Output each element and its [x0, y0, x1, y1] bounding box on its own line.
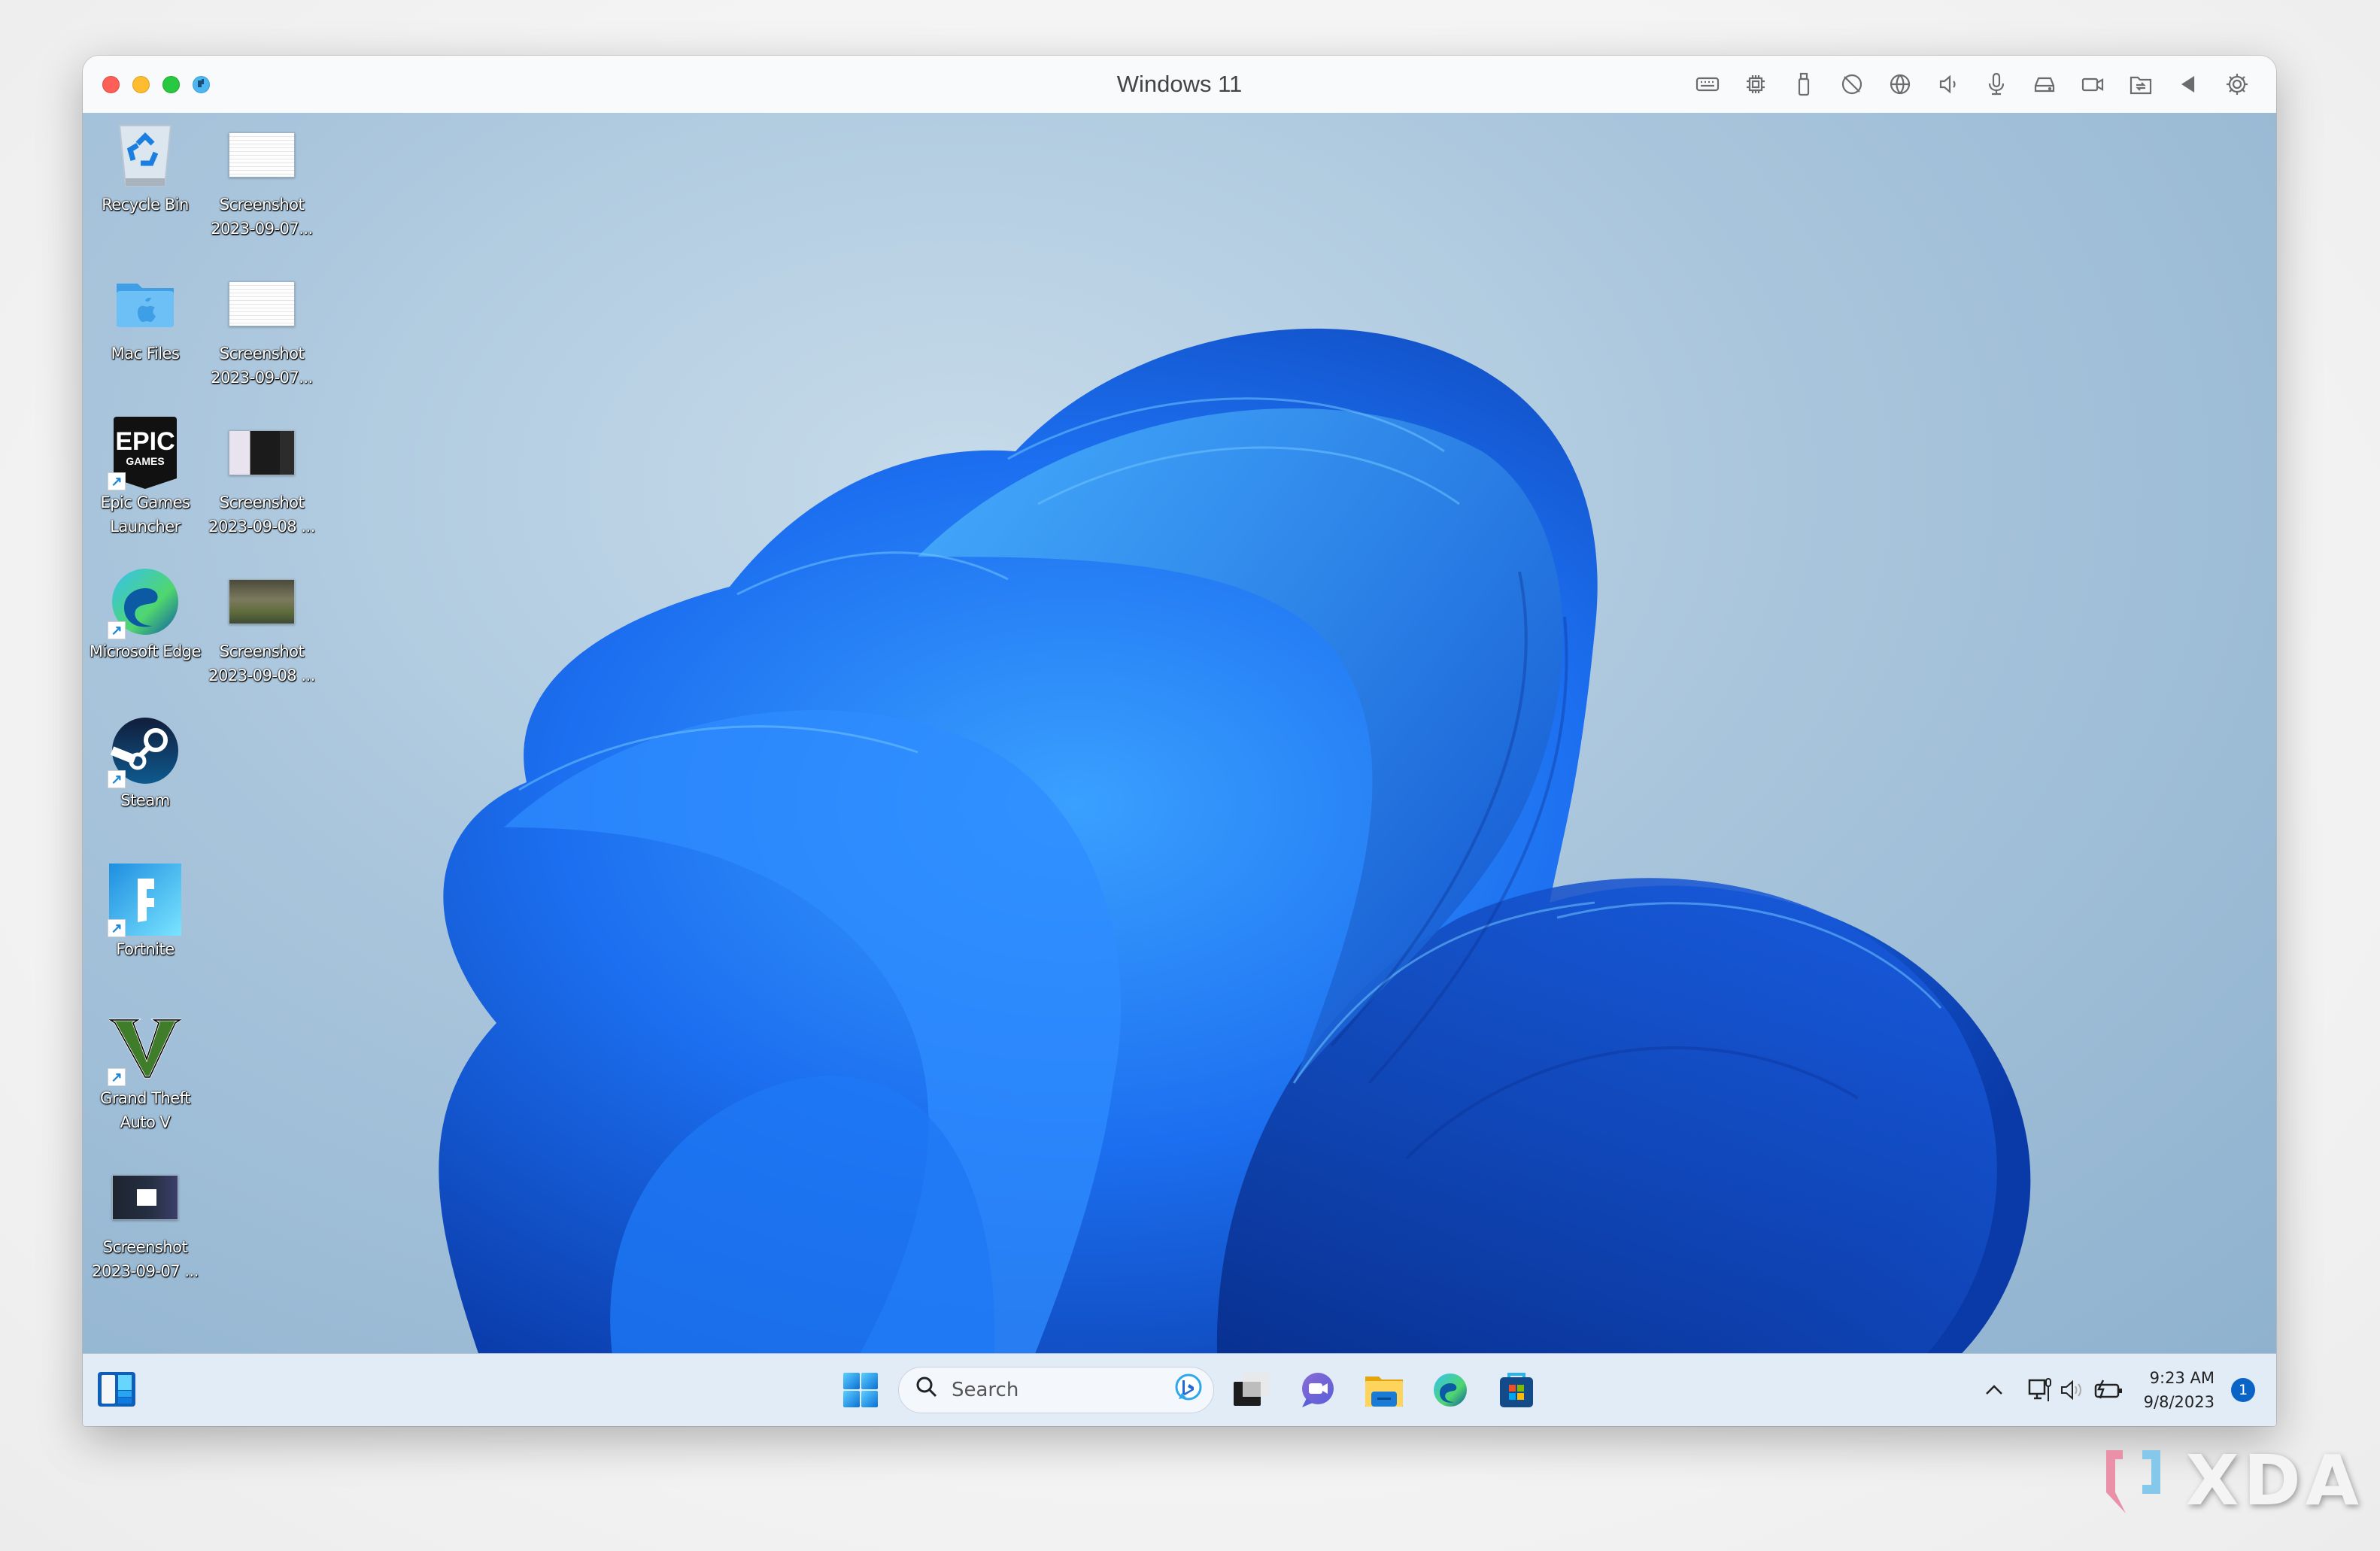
- search-placeholder: Search: [952, 1379, 1019, 1401]
- taskbar-app-teams-chat[interactable]: [1285, 1363, 1351, 1417]
- shortcut-arrow-icon: ↗: [108, 770, 126, 788]
- gear-icon[interactable]: [2213, 69, 2261, 99]
- store-icon: [1500, 1373, 1533, 1407]
- fortnite-icon: ↗: [108, 862, 183, 937]
- desktop-icon-recycle-bin[interactable]: Recycle Bin: [89, 117, 202, 217]
- network-icon[interactable]: [2022, 1377, 2058, 1403]
- edge-icon: ↗: [108, 564, 183, 639]
- taskbar-app-store[interactable]: [1483, 1363, 1550, 1417]
- microphone-icon[interactable]: [1972, 69, 2020, 99]
- taskbar-center: Search: [827, 1363, 1550, 1417]
- taskbar-app-edge[interactable]: [1417, 1363, 1483, 1417]
- chevron-up-icon[interactable]: [1975, 1384, 2013, 1396]
- taskbar-search[interactable]: Search: [898, 1367, 1214, 1413]
- desktop-icon-mac-files[interactable]: Mac Files: [89, 266, 202, 366]
- system-tray: 9:23 AM 9/8/2023 1: [1975, 1354, 2255, 1426]
- task-view-icon: [1234, 1373, 1270, 1406]
- gta-v-icon: ↗: [108, 1011, 183, 1086]
- xda-logo-icon: [2105, 1449, 2160, 1513]
- speaker-icon[interactable]: [1924, 69, 1972, 99]
- shortcut-arrow-icon: ↗: [108, 472, 126, 490]
- desktop[interactable]: Recycle Bin Mac Files EPIC GAMES ↗ Epic G…: [83, 113, 2276, 1354]
- shortcut-arrow-icon: ↗: [108, 1068, 126, 1086]
- bing-chat-icon[interactable]: [1174, 1373, 1203, 1407]
- vm-toolbar: [1683, 69, 2261, 99]
- desktop-icon-epic-games[interactable]: EPIC GAMES ↗ Epic Games Launcher: [89, 415, 202, 539]
- globe-icon[interactable]: [1876, 69, 1924, 99]
- svg-text:EPIC: EPIC: [115, 427, 175, 456]
- taskbar-app-task-view[interactable]: [1219, 1363, 1285, 1417]
- windows-start-icon: [843, 1373, 878, 1407]
- screenshot-thumbnail: [224, 564, 299, 639]
- camera-off-icon[interactable]: [1828, 69, 1876, 99]
- clock-date: 9/8/2023: [2143, 1393, 2215, 1411]
- edge-icon: [1434, 1373, 1467, 1407]
- shortcut-arrow-icon: ↗: [108, 919, 126, 937]
- drive-icon[interactable]: [2020, 69, 2069, 99]
- xda-watermark-text: XDA: [2185, 1440, 2363, 1521]
- desktop-icon-microsoft-edge[interactable]: ↗ Microsoft Edge: [89, 564, 202, 663]
- bloom-wallpaper: [439, 328, 2031, 1354]
- battery-charging-icon[interactable]: [2088, 1379, 2130, 1401]
- shortcut-arrow-icon: ↗: [108, 621, 126, 639]
- desktop-icon-gta-v[interactable]: ↗ Grand Theft Auto V: [89, 1011, 202, 1134]
- mac-folder-icon: [108, 266, 183, 341]
- video-camera-icon[interactable]: [2069, 69, 2117, 99]
- cpu-icon[interactable]: [1732, 69, 1780, 99]
- file-explorer-icon: [1365, 1376, 1403, 1407]
- desktop-icon-screenshot[interactable]: Screenshot 2023-09-07...: [205, 117, 318, 241]
- desktop-icon-steam[interactable]: ↗ Steam: [89, 713, 202, 812]
- svg-text:GAMES: GAMES: [126, 455, 164, 467]
- desktop-icon-fortnite[interactable]: ↗ Fortnite: [89, 862, 202, 961]
- desktop-icon-screenshot[interactable]: Screenshot 2023-09-08 ...: [205, 564, 318, 687]
- notification-badge[interactable]: 1: [2231, 1378, 2255, 1402]
- search-icon: [915, 1376, 938, 1404]
- screenshot-thumbnail: [224, 415, 299, 490]
- clock[interactable]: 9:23 AM 9/8/2023: [2144, 1366, 2215, 1414]
- usb-icon[interactable]: [1780, 69, 1828, 99]
- keyboard-icon[interactable]: [1683, 69, 1732, 99]
- epic-games-icon: EPIC GAMES ↗: [108, 415, 183, 490]
- desktop-icon-screenshot[interactable]: Screenshot 2023-09-07...: [205, 266, 318, 390]
- screenshot-thumbnail: [224, 266, 299, 341]
- screenshot-thumbnail: [224, 117, 299, 193]
- shared-folder-icon[interactable]: [2117, 69, 2165, 99]
- screenshot-thumbnail: [108, 1160, 183, 1235]
- desktop-icon-screenshot[interactable]: Screenshot 2023-09-07 ...: [89, 1160, 202, 1283]
- start-button[interactable]: [827, 1363, 894, 1417]
- title-bar[interactable]: Windows 11: [83, 56, 2276, 114]
- steam-icon: ↗: [108, 713, 183, 788]
- taskbar: Search 9:23 AM 9/8/2023 1: [83, 1353, 2276, 1426]
- taskbar-app-file-explorer[interactable]: [1351, 1363, 1417, 1417]
- back-arrow-icon[interactable]: [2165, 69, 2213, 99]
- recycle-bin-icon: [108, 117, 183, 193]
- xda-watermark: XDA: [2103, 1440, 2364, 1521]
- volume-icon[interactable]: [2058, 1379, 2088, 1401]
- teams-chat-icon: [1302, 1373, 1334, 1407]
- widgets-icon[interactable]: [98, 1372, 135, 1407]
- clock-time: 9:23 AM: [2149, 1369, 2215, 1387]
- desktop-icon-screenshot[interactable]: Screenshot 2023-09-08 ...: [205, 415, 318, 539]
- parallels-window: Windows 11 Recycle Bin Mac Files EPIC GA…: [83, 56, 2276, 1426]
